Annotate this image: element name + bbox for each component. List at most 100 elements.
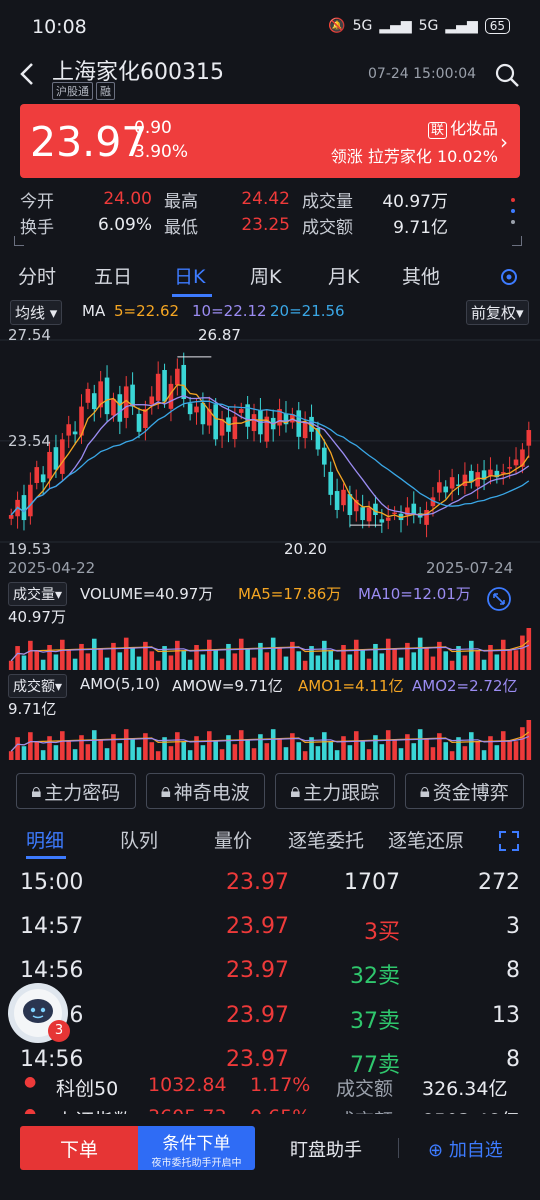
tab-weekly-k[interactable]: 周K [250,262,281,289]
tab-underline [172,294,212,297]
indicator-label: 均线 [15,304,46,322]
tab-tick-restore[interactable]: 逐笔还原 [388,826,464,853]
network-5g: 5G [352,18,373,34]
more-dots-icon[interactable] [508,194,518,228]
volume-bar [392,648,397,670]
volume-bar [258,642,263,670]
watch-assistant-button[interactable]: 盯盘助手 [290,1136,362,1162]
volume-bar [507,649,512,670]
stats-row: 换手 6.09% 最低 23.25 成交额 9.71亿 [20,212,500,238]
amount-bar [175,732,180,760]
volume-bar [47,645,52,670]
volume-bar [206,639,212,670]
tick-volume: 3买 [364,920,400,945]
volume-bar [219,658,225,670]
candle-body [143,409,148,429]
fullscreen-icon[interactable] [498,830,520,852]
tab-monthly-k[interactable]: 月K [328,262,359,289]
tool-buttons: 🔒︎ 主力密码 🔒︎ 神奇电波 🔒︎ 主力跟踪 🔒︎ 资金博弈 [16,773,524,809]
tick-volume: 37卖 [350,1009,400,1034]
indicator-select[interactable]: 均线 ▾ [10,300,63,325]
notification-badge: 3 [48,1020,70,1042]
search-icon[interactable] [494,62,520,88]
price-panel[interactable]: 23.97 0.90 3.90% 联化妆品 领涨 拉芳家化 10.02% › [20,104,520,178]
adjust-select[interactable]: 前复权▾ [466,300,529,325]
tab-queue[interactable]: 队列 [120,826,158,853]
amount-bar [15,737,20,760]
tool-magic-wave[interactable]: 🔒︎ 神奇电波 [145,773,265,809]
amount-indicator: AMO(5,10) [80,675,161,693]
quote-stats: 今开 24.00 最高 24.42 成交量 40.97万 换手 6.09% 最低… [20,186,500,238]
candle-body [251,414,257,432]
tool-fund-game[interactable]: 🔒︎ 资金博弈 [404,773,524,809]
candle-body [60,439,65,474]
amount-bar [21,746,27,760]
tick-count: 272 [478,870,520,895]
quote-datetime: 07-24 15:00:04 [368,66,477,82]
leader-name: 拉芳家化 [367,147,432,166]
amount-chart [8,720,532,760]
amount-bar [181,741,187,760]
volume-bar [322,640,327,670]
add-watchlist-button[interactable]: ⊕ 加自选 [428,1136,503,1162]
amount-bar [481,750,487,760]
candle-body [40,474,46,483]
amount-bar [526,720,532,760]
amount-bar [149,742,155,760]
volume-bar [405,642,410,670]
amount-bar [251,748,257,760]
amount-bar [111,734,116,760]
tab-order-by-order[interactable]: 逐笔委托 [288,826,364,853]
candle-body [181,364,187,400]
amount-bar [258,734,263,760]
tab-volume-price[interactable]: 量价 [214,826,252,853]
volume-bar [104,657,110,670]
candle-body [341,489,346,506]
amount-select[interactable]: 成交额▾ [8,674,68,698]
tab-daily-k[interactable]: 日K [174,262,205,289]
amount-bar [168,746,174,760]
candlestick-chart[interactable] [0,324,540,578]
amount-bar [226,735,231,760]
amount-bar [206,731,212,760]
candle-body [488,469,493,476]
volume-bar [155,660,161,670]
back-arrow-icon[interactable] [16,58,40,90]
volume-bar [379,653,385,670]
tick-volume: 32卖 [350,964,400,989]
amount-amo2: AMO2=2.72亿 [412,677,518,695]
period-tabs: 分时 五日 日K 周K 月K 其他 [0,262,540,298]
leader-percent: 10.02% [436,147,498,166]
candle-body [238,409,244,413]
sector-info[interactable]: 联化妆品 领涨 拉芳家化 10.02% [320,116,498,170]
amount-bar [341,736,346,760]
amount-legend: 成交额▾ AMO(5,10) AMOW=9.71亿 AMO1=4.11亿 AMO… [0,674,540,698]
amount-bar [72,749,78,760]
volume-bar [520,635,525,670]
ma10-value: 10=22.12 [192,302,267,320]
tool-main-track[interactable]: 🔒︎ 主力跟踪 [275,773,395,809]
tool-main-code[interactable]: 🔒︎ 主力密码 [16,773,136,809]
candle-body [162,370,167,402]
amount-amow: AMOW=9.71亿 [172,677,283,695]
tab-detail[interactable]: 明细 [26,826,64,853]
candle-body [8,515,14,519]
volume-select[interactable]: 成交量▾ [8,582,68,606]
amount-bar [60,731,65,760]
volume-bar [264,652,270,670]
tab-five-day[interactable]: 五日 [94,262,132,289]
order-button[interactable]: 下单 [20,1126,138,1170]
tab-other[interactable]: 其他 [402,262,440,289]
gear-icon[interactable] [498,266,520,288]
ticker-row: ● 科创50 1032.84 1.17% 成交额 326.34亿 [24,1076,524,1100]
tab-intraday[interactable]: 分时 [18,262,56,289]
volume-bar [526,628,532,670]
amount-bar [392,739,397,760]
candle-body [47,451,52,479]
amount-bar [379,744,385,760]
ticker-amount: 326.34亿 [422,1078,508,1100]
volume-bar [290,641,295,670]
volume-bar [417,637,423,670]
ma5-value: 5=22.62 [114,302,180,320]
conditional-order-button[interactable]: 条件下单 夜市委托助手开启中 [138,1126,255,1170]
